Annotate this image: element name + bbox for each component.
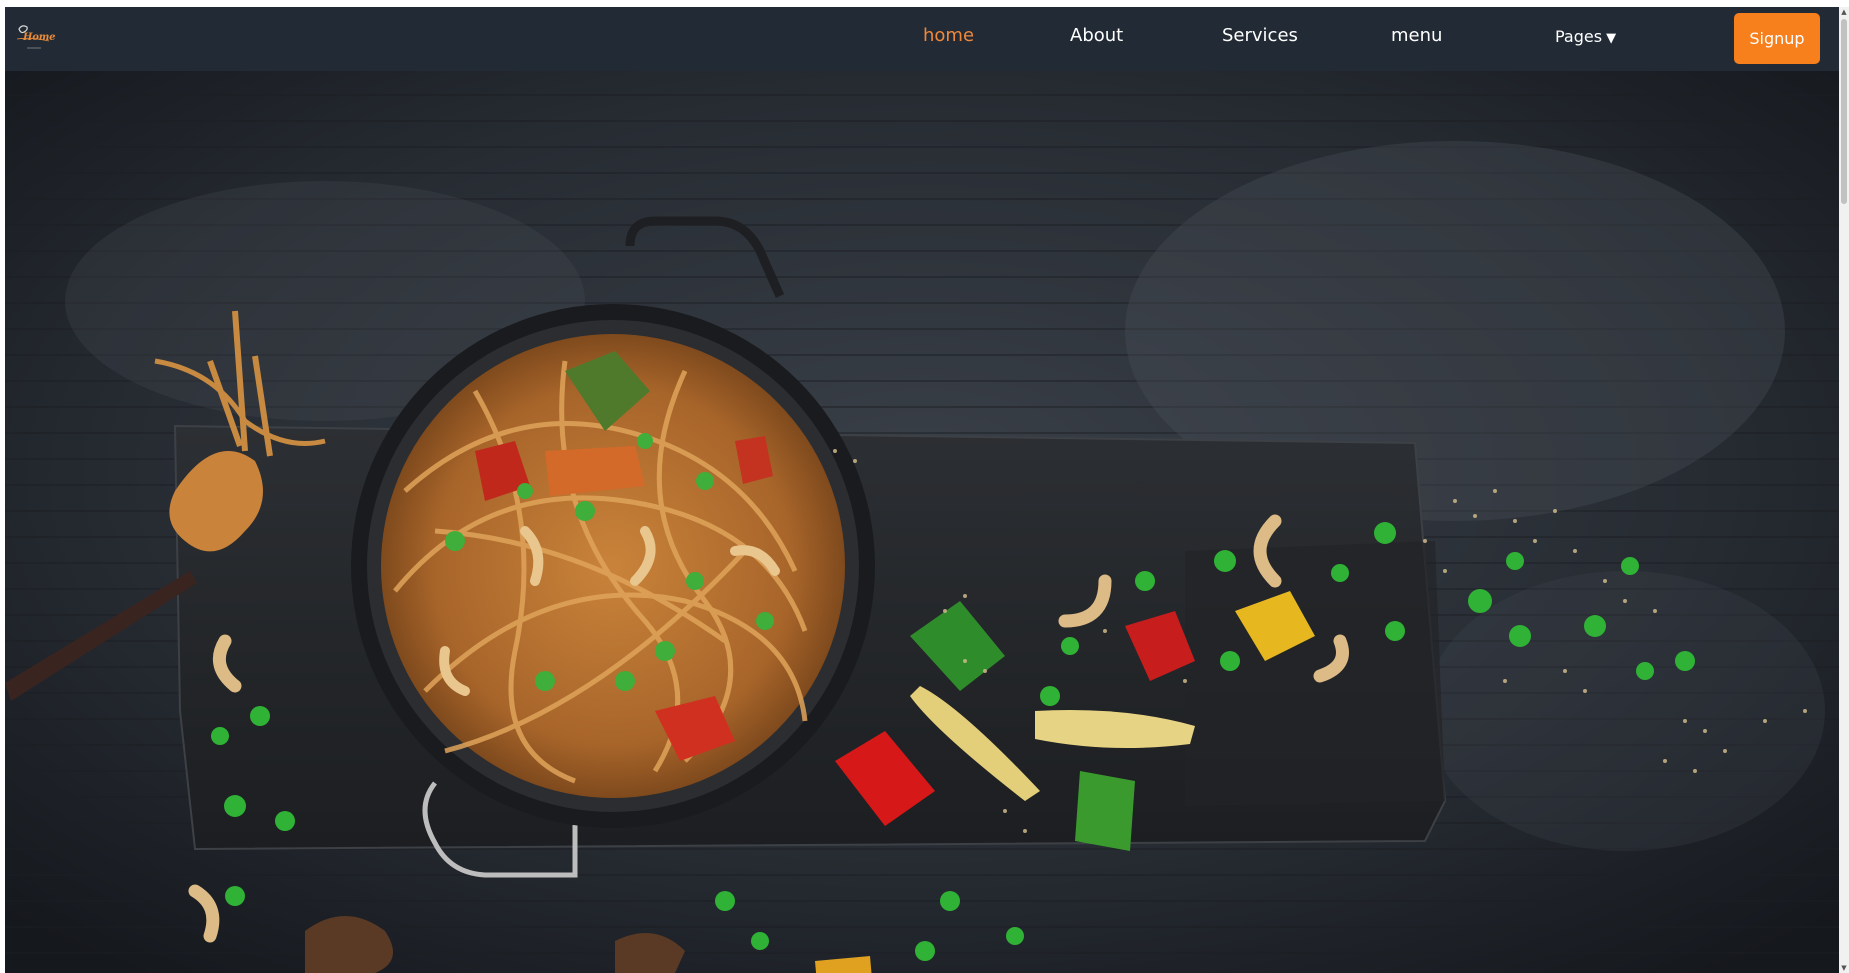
site-logo[interactable]: Home xyxy=(13,21,55,53)
page-scrollbar[interactable]: ▲ ▼ xyxy=(1839,7,1849,973)
hero-banner xyxy=(5,71,1839,973)
nav-link-about[interactable]: About xyxy=(1070,27,1123,45)
caret-down-icon: ▼ xyxy=(1606,31,1617,46)
browser-viewport: Home home About Services menu Pages ▼ Sig… xyxy=(5,7,1839,973)
signup-button[interactable]: Signup xyxy=(1734,13,1820,64)
scroll-down-arrow-icon[interactable]: ▼ xyxy=(1840,963,1848,973)
scroll-up-arrow-icon[interactable]: ▲ xyxy=(1840,7,1848,17)
nav-link-services[interactable]: Services xyxy=(1222,27,1298,45)
top-navbar: Home home About Services menu Pages ▼ Sig… xyxy=(5,7,1839,71)
logo-text: Home xyxy=(23,32,56,43)
nav-link-menu[interactable]: menu xyxy=(1391,27,1442,45)
pages-dropdown-label: Pages xyxy=(1555,27,1603,46)
hero-food-image xyxy=(5,71,1839,973)
scroll-thumb[interactable] xyxy=(1841,19,1847,204)
pages-dropdown[interactable]: Pages ▼ xyxy=(1555,27,1617,46)
nav-link-home[interactable]: home xyxy=(923,27,974,45)
